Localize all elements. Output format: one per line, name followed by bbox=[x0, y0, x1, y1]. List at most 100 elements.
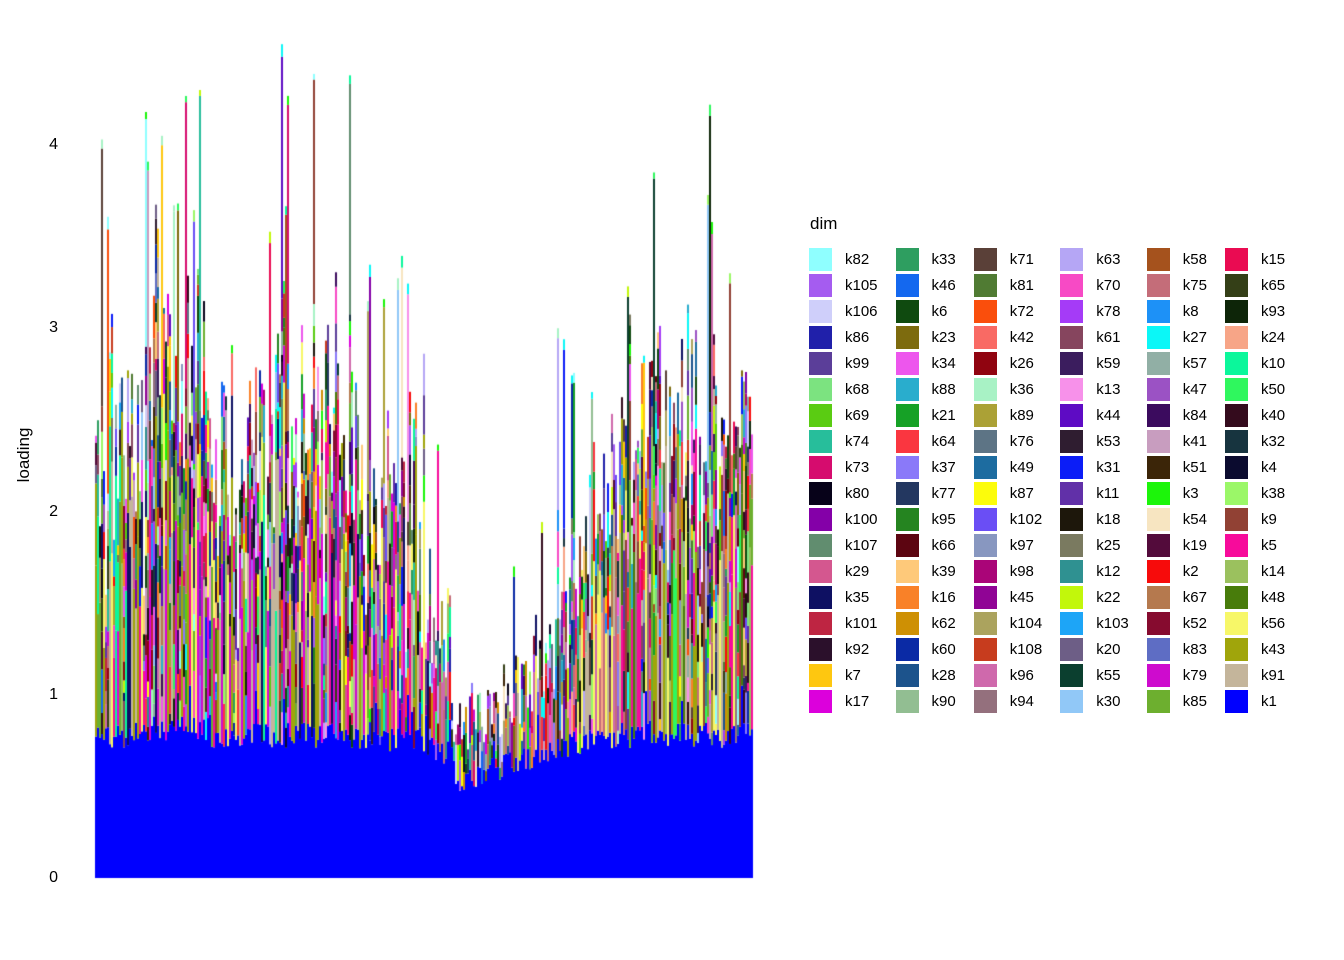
legend-swatch bbox=[1060, 612, 1083, 635]
legend-swatch bbox=[974, 300, 997, 323]
legend-item-label: k47 bbox=[1183, 378, 1207, 401]
legend-item-label: k25 bbox=[1096, 534, 1120, 557]
legend-item-label: k17 bbox=[845, 690, 869, 713]
legend-item-label: k27 bbox=[1183, 326, 1207, 349]
legend-item-label: k88 bbox=[932, 378, 956, 401]
legend-item: k86 bbox=[809, 326, 878, 349]
legend-swatch bbox=[974, 586, 997, 609]
legend-item-label: k16 bbox=[932, 586, 956, 609]
legend-item: k63 bbox=[1060, 248, 1129, 271]
legend-item-label: k76 bbox=[1010, 430, 1034, 453]
legend-swatch bbox=[1225, 456, 1248, 479]
legend-item-label: k9 bbox=[1261, 508, 1277, 531]
legend-swatch bbox=[1147, 274, 1170, 297]
legend-item: k17 bbox=[809, 690, 878, 713]
legend-item: k41 bbox=[1147, 430, 1207, 453]
legend-swatch bbox=[974, 638, 997, 661]
legend-item-label: k59 bbox=[1096, 352, 1120, 375]
legend-swatch bbox=[1225, 508, 1248, 531]
legend-item: k22 bbox=[1060, 586, 1129, 609]
legend-swatch bbox=[1225, 586, 1248, 609]
legend-item-label: k79 bbox=[1183, 664, 1207, 687]
legend-item-label: k1 bbox=[1261, 690, 1277, 713]
legend-item: k108 bbox=[974, 638, 1043, 661]
legend-item-label: k7 bbox=[845, 664, 861, 687]
legend-item-label: k6 bbox=[932, 300, 948, 323]
legend-item-label: k95 bbox=[932, 508, 956, 531]
legend-swatch bbox=[1147, 404, 1170, 427]
legend-item: k29 bbox=[809, 560, 878, 583]
legend-item-label: k89 bbox=[1010, 404, 1034, 427]
legend-item: k33 bbox=[896, 248, 956, 271]
legend-swatch bbox=[1060, 248, 1083, 271]
legend-item-label: k10 bbox=[1261, 352, 1285, 375]
legend-item: k12 bbox=[1060, 560, 1129, 583]
legend-item-label: k83 bbox=[1183, 638, 1207, 661]
legend-item: k27 bbox=[1147, 326, 1207, 349]
legend-item: k56 bbox=[1225, 612, 1285, 635]
legend-item: k28 bbox=[896, 664, 956, 687]
legend-item-label: k56 bbox=[1261, 612, 1285, 635]
legend-item: k6 bbox=[896, 300, 956, 323]
legend-item: k46 bbox=[896, 274, 956, 297]
legend-item-label: k64 bbox=[932, 430, 956, 453]
legend-swatch bbox=[1060, 664, 1083, 687]
legend-item: k60 bbox=[896, 638, 956, 661]
legend-column: k15k65k93k24k10k50k40k32k4k38k9k5k14k48k… bbox=[1225, 248, 1285, 716]
legend-item-label: k33 bbox=[932, 248, 956, 271]
legend-swatch bbox=[1225, 274, 1248, 297]
legend-item: k42 bbox=[974, 326, 1043, 349]
legend-item-label: k60 bbox=[932, 638, 956, 661]
legend-item-label: k104 bbox=[1010, 612, 1043, 635]
legend-item: k66 bbox=[896, 534, 956, 557]
legend-item-label: k100 bbox=[845, 508, 878, 531]
legend-swatch bbox=[1225, 638, 1248, 661]
legend-swatch bbox=[974, 378, 997, 401]
legend-swatch bbox=[1060, 404, 1083, 427]
legend-item-label: k73 bbox=[845, 456, 869, 479]
legend-swatch bbox=[1147, 430, 1170, 453]
y-tick-label: 4 bbox=[18, 137, 58, 153]
legend-item-label: k54 bbox=[1183, 508, 1207, 531]
legend-item-label: k5 bbox=[1261, 534, 1277, 557]
legend-item-label: k20 bbox=[1096, 638, 1120, 661]
legend-item: k84 bbox=[1147, 404, 1207, 427]
legend-swatch bbox=[1225, 612, 1248, 635]
legend-item-label: k14 bbox=[1261, 560, 1285, 583]
legend-item: k69 bbox=[809, 404, 878, 427]
legend-swatch bbox=[1060, 456, 1083, 479]
legend-item: k13 bbox=[1060, 378, 1129, 401]
legend-item: k34 bbox=[896, 352, 956, 375]
legend-item: k43 bbox=[1225, 638, 1285, 661]
legend-swatch bbox=[809, 326, 832, 349]
legend-item: k67 bbox=[1147, 586, 1207, 609]
legend-item: k4 bbox=[1225, 456, 1285, 479]
legend-item: k16 bbox=[896, 586, 956, 609]
legend-item: k58 bbox=[1147, 248, 1207, 271]
legend-item: k23 bbox=[896, 326, 956, 349]
legend-swatch bbox=[1147, 482, 1170, 505]
legend-swatch bbox=[1147, 456, 1170, 479]
legend-swatch bbox=[896, 430, 919, 453]
legend-item: k77 bbox=[896, 482, 956, 505]
legend-swatch bbox=[896, 664, 919, 687]
legend-item-label: k67 bbox=[1183, 586, 1207, 609]
legend-item: k40 bbox=[1225, 404, 1285, 427]
legend-item-label: k18 bbox=[1096, 508, 1120, 531]
legend-item-label: k72 bbox=[1010, 300, 1034, 323]
legend-swatch bbox=[1225, 404, 1248, 427]
legend-item-label: k12 bbox=[1096, 560, 1120, 583]
legend-swatch bbox=[809, 690, 832, 713]
legend-item: k106 bbox=[809, 300, 878, 323]
legend-item: k30 bbox=[1060, 690, 1129, 713]
legend-item: k37 bbox=[896, 456, 956, 479]
legend-swatch bbox=[1060, 482, 1083, 505]
legend-item: k2 bbox=[1147, 560, 1207, 583]
legend-swatch bbox=[1225, 560, 1248, 583]
legend-swatch bbox=[809, 352, 832, 375]
legend-item: k64 bbox=[896, 430, 956, 453]
legend-item-label: k91 bbox=[1261, 664, 1285, 687]
legend-swatch bbox=[809, 456, 832, 479]
legend-item-label: k42 bbox=[1010, 326, 1034, 349]
legend-item: k3 bbox=[1147, 482, 1207, 505]
